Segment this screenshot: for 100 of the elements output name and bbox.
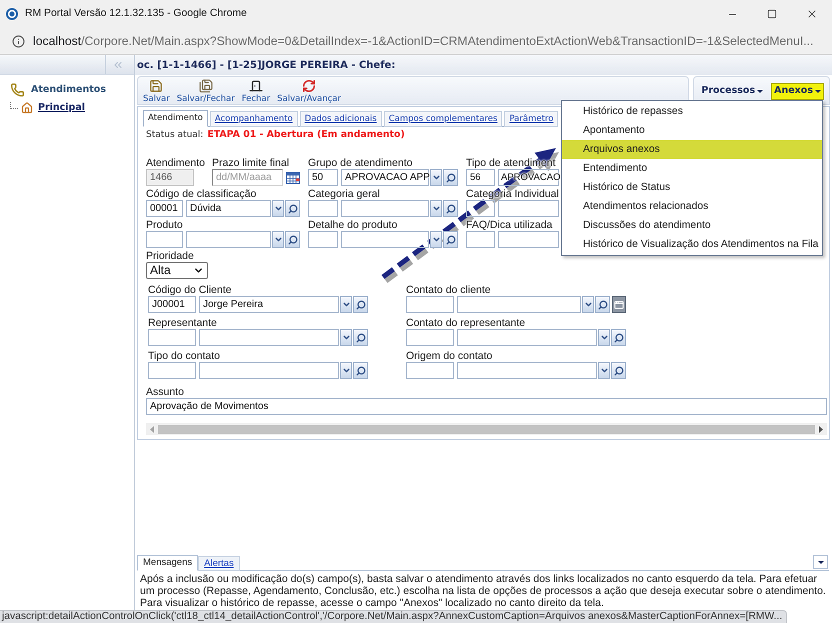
input-field[interactable] [457, 296, 581, 313]
dropdown-button[interactable] [430, 169, 442, 186]
input-field[interactable]: Dúvida [186, 200, 271, 217]
input-field[interactable] [457, 329, 597, 346]
field-label: Prioridade [146, 250, 195, 262]
input-field[interactable] [466, 200, 495, 217]
dropdown-button[interactable] [272, 200, 284, 217]
url-text[interactable]: localhost/Corpore.Net/Main.aspx?ShowMode=0&DetailIndex=-1&ActionID=CRMAtendimentoExtActionWeb&TransactionID=-1&SelectedMenuI... [33, 32, 814, 50]
priority-select[interactable]: Alta [146, 262, 208, 279]
dropdown-button[interactable] [813, 555, 828, 569]
search-button[interactable] [353, 296, 368, 313]
menu-item[interactable]: Apontamento [562, 121, 822, 140]
field-label: Prazo limite final [212, 157, 290, 169]
chevron-down-icon [342, 300, 350, 309]
input-field[interactable]: 50 [308, 169, 338, 186]
dropdown-button[interactable] [598, 329, 610, 346]
search-button[interactable] [353, 329, 368, 346]
search-button[interactable] [611, 362, 626, 379]
field-label: Contato do cliente [406, 284, 492, 296]
tab[interactable]: Parâmetro [504, 111, 558, 127]
dropdown-button[interactable] [272, 231, 284, 248]
search-icon [288, 234, 298, 244]
save-button[interactable]: Salvar [143, 79, 170, 104]
search-button[interactable] [611, 329, 626, 346]
dropdown-button[interactable] [340, 362, 352, 379]
search-icon [598, 300, 608, 310]
input-field[interactable] [146, 231, 183, 248]
close-button[interactable]: Fechar [242, 79, 270, 104]
popup-button[interactable] [612, 296, 626, 313]
info-icon[interactable] [12, 34, 25, 48]
input-field[interactable] [308, 200, 338, 217]
input-field[interactable] [148, 362, 196, 379]
dropdown-button[interactable] [430, 231, 442, 248]
input-field[interactable]: J00001 [148, 296, 196, 313]
input-field[interactable] [341, 231, 429, 248]
search-icon [614, 332, 624, 342]
status-label: Status atual: [146, 129, 204, 141]
input-field[interactable]: 56 [466, 169, 495, 186]
input-field[interactable] [498, 200, 559, 217]
scroll-right-icon[interactable] [819, 426, 823, 432]
input-field[interactable]: 00001 [146, 200, 183, 217]
input-field[interactable] [466, 231, 495, 248]
input-field[interactable] [341, 200, 429, 217]
search-button[interactable] [443, 200, 458, 217]
menu-item[interactable]: Histórico de Visualização dos Atendimentos na Fila [562, 235, 822, 254]
tree-item-link[interactable]: Principal [38, 101, 86, 116]
search-button[interactable] [353, 362, 368, 379]
tab[interactable]: Atendimento [143, 110, 208, 127]
tab[interactable]: Dados adicionais [300, 111, 382, 127]
menu-item[interactable]: Atendimentos relacionados [562, 197, 822, 216]
menu-item[interactable]: Histórico de repasses [562, 102, 822, 121]
input-field[interactable] [457, 362, 597, 379]
dropdown-button[interactable] [340, 296, 352, 313]
menu-item[interactable]: Arquivos anexos [562, 140, 822, 159]
input-field[interactable] [186, 231, 271, 248]
input-field[interactable] [406, 362, 454, 379]
input-field[interactable] [406, 329, 454, 346]
input-field[interactable]: Jorge Pereira [199, 296, 339, 313]
search-icon [356, 300, 366, 310]
search-button[interactable] [595, 296, 610, 313]
close-icon [806, 8, 818, 20]
menu-item[interactable]: Histórico de Status [562, 178, 822, 197]
menu-button[interactable]: Anexos [771, 83, 824, 100]
input-field[interactable] [406, 296, 454, 313]
dropdown-button[interactable] [430, 200, 442, 217]
dropdown-button[interactable] [598, 362, 610, 379]
horizontal-scrollbar[interactable] [146, 423, 827, 435]
menu-button[interactable]: Processos [698, 83, 766, 100]
search-button[interactable] [443, 231, 458, 248]
field-label: Detalhe do produto [308, 219, 398, 231]
scrollbar-thumb[interactable] [158, 424, 815, 434]
search-button[interactable] [285, 200, 300, 217]
menu-item[interactable]: Entendimento [562, 159, 822, 178]
menu-item[interactable]: Discussões do atendimento [562, 216, 822, 235]
input-field[interactable] [199, 362, 339, 379]
chevron-down-icon [274, 204, 282, 213]
search-button[interactable] [443, 169, 458, 186]
search-button[interactable] [285, 231, 300, 248]
dropdown-button[interactable] [582, 296, 594, 313]
input-field[interactable] [498, 231, 559, 248]
input-field[interactable] [148, 329, 196, 346]
field-label: Grupo de atendimento [308, 157, 414, 169]
tab[interactable]: Campos complementares [384, 111, 502, 127]
calendar-icon[interactable] [286, 172, 300, 184]
message-text: Após a inclusão ou modificação do(s) campo(s), basta salvar o atendimento através dos links localizados no canto esquerdo da tela. Para efetuar um processo (Repasse, Agendamento, Conclusão, etc.) escolha na lista de opções de processos a ação que deseja executar sobre o atendimento. Para visualizar o histórico de repasse, acesse o campo "Anexos" localizado no canto direito da tela. [139, 572, 827, 609]
tab[interactable]: Acompanhamento [210, 111, 298, 127]
save-advance-button[interactable]: Salvar/Avançar [277, 79, 341, 104]
input-field[interactable] [199, 329, 339, 346]
input-field[interactable]: APROVACAO APP [341, 169, 429, 186]
input-field[interactable]: Aprovação de Movimentos [146, 398, 827, 415]
input-field[interactable] [308, 231, 338, 248]
status-bar-text: javascript:detailActionControlOnClick('ctl18_ctl14_detailActionControl','/Corpore.Net/Main.aspx?AnnexCustomCaption=Arquivos anexos&MasterCaptionForAnnex=[RMW... [2, 611, 782, 623]
input-field[interactable]: 1466 [146, 169, 194, 186]
field-label: Código do Cliente [148, 284, 232, 296]
chevron-down-icon [432, 204, 440, 213]
dropdown-button[interactable] [340, 329, 352, 346]
floppy-disks-icon [198, 79, 213, 93]
save-close-button[interactable]: Salvar/Fechar [176, 79, 235, 104]
tab[interactable]: Alertas [198, 556, 240, 571]
tab[interactable]: Mensagens [137, 555, 198, 571]
